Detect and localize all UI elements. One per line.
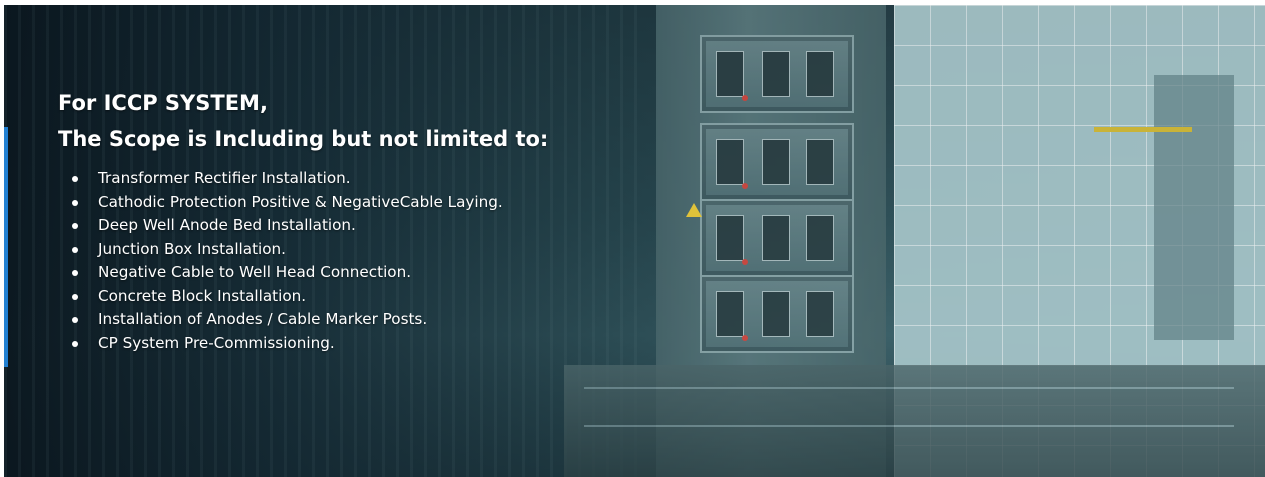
scope-list-item: Installation of Anodes / Cable Marker Po… <box>58 308 548 332</box>
scope-list-item: Junction Box Installation. <box>58 238 548 262</box>
scope-item-text: CP System Pre-Commissioning. <box>98 333 335 352</box>
scope-list: Transformer Rectifier Installation. Cath… <box>58 167 548 355</box>
wall-panel <box>1154 75 1234 340</box>
bullet-icon <box>72 293 78 300</box>
bullet-icon <box>72 246 78 253</box>
scope-list-item: Deep Well Anode Bed Installation. <box>58 214 548 238</box>
warning-sign-icon <box>686 203 702 217</box>
scope-item-text: Concrete Block Installation. <box>98 286 307 305</box>
electrical-cabinet <box>700 35 854 113</box>
scope-list-item: Concrete Block Installation. <box>58 285 548 309</box>
scope-content: For ICCP SYSTEM, The Scope is Including … <box>58 85 548 355</box>
bullet-icon <box>72 223 78 229</box>
electrical-cabinet <box>700 123 854 201</box>
scope-list-item: CP System Pre-Commissioning. <box>58 332 548 356</box>
bullet-icon <box>72 340 78 347</box>
scope-list-item: Cathodic Protection Positive & NegativeC… <box>58 191 548 215</box>
scope-item-text: Transformer Rectifier Installation. <box>98 169 351 187</box>
electrical-cabinet <box>700 199 854 277</box>
scope-item-text: Junction Box Installation. <box>98 239 287 258</box>
scope-title-line-1: For ICCP SYSTEM, <box>58 91 268 115</box>
scope-item-text: Deep Well Anode Bed Installation. <box>98 216 356 234</box>
bullet-icon <box>72 199 78 206</box>
scope-title-line-2: The Scope is Including but not limited t… <box>58 127 549 151</box>
electrical-cabinet <box>700 275 854 353</box>
bullet-icon <box>72 176 78 182</box>
bullet-icon <box>72 270 78 276</box>
wall-label-strip <box>1094 127 1192 132</box>
floor-trench <box>564 365 1265 477</box>
scope-item-text: Installation of Anodes / Cable Marker Po… <box>98 310 428 328</box>
scope-list-item: Negative Cable to Well Head Connection. <box>58 261 548 285</box>
scope-list-item: Transformer Rectifier Installation. <box>58 167 548 191</box>
hero-banner: For ICCP SYSTEM, The Scope is Including … <box>4 5 1265 477</box>
scope-item-text: Negative Cable to Well Head Connection. <box>98 263 412 281</box>
bullet-icon <box>72 317 78 323</box>
scope-item-text: Cathodic Protection Positive & NegativeC… <box>98 192 503 211</box>
